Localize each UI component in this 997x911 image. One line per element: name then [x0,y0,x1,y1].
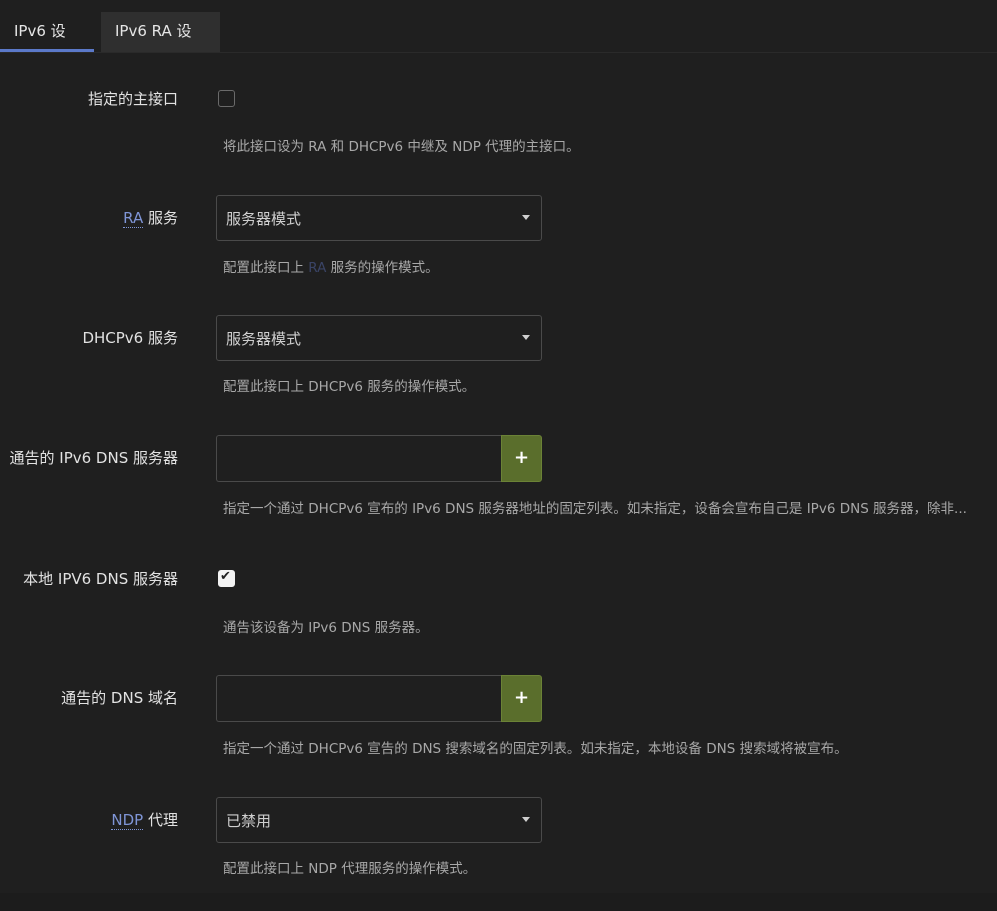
master-interface-description: 将此接口设为 RA 和 DHCPv6 中继及 NDP 代理的主接口。 [223,139,580,155]
panel-footer [0,893,997,911]
check-icon: ✔ [220,569,231,584]
ra-service-select[interactable]: 服务器模式 [216,195,542,241]
dns-servers-description: 指定一个通过 DHCPv6 宣布的 IPv6 DNS 服务器地址的固定列表。如未… [223,501,967,517]
chevron-down-icon [522,215,530,220]
dhcpv6-service-description: 配置此接口上 DHCPv6 服务的操作模式。 [223,379,476,395]
ra-service-label-text: 服务 [143,209,178,227]
ra-service-label: RA 服务 [123,207,178,228]
ndp-proxy-label: NDP 代理 [111,809,178,830]
master-interface-checkbox[interactable] [218,90,235,107]
dns-domains-label: 通告的 DNS 域名 [61,689,178,707]
ra-abbr: RA [123,209,144,228]
tab-bar: IPv6 设置 IPv6 RA 设置 [0,0,997,78]
local-dns-label: 本地 IPV6 DNS 服务器 [23,570,178,588]
ra-desc-abbr: RA [308,260,327,276]
ndp-proxy-value: 已禁用 [226,812,272,830]
ndp-proxy-select[interactable]: 已禁用 [216,797,542,843]
dns-servers-add-button[interactable]: + [501,435,542,482]
ra-desc-suffix: 服务的操作模式。 [326,260,439,276]
dns-domains-description: 指定一个通过 DHCPv6 宣告的 DNS 搜索域名的固定列表。如未指定，本地设… [223,741,848,757]
ndp-proxy-description: 配置此接口上 NDP 代理服务的操作模式。 [223,861,477,877]
dns-domains-input[interactable] [216,675,502,722]
tab-ipv6-ra-settings[interactable]: IPv6 RA 设置 [101,12,220,78]
tab-ipv6-settings[interactable]: IPv6 设置 [0,12,94,78]
dhcpv6-service-select[interactable]: 服务器模式 [216,315,542,361]
dhcpv6-service-value: 服务器模式 [226,330,302,348]
ndp-abbr: NDP [111,811,144,830]
chevron-down-icon [522,335,530,340]
local-dns-checkbox[interactable]: ✔ [218,569,235,587]
dns-servers-input[interactable] [216,435,502,482]
dhcpv6-service-label: DHCPv6 服务 [82,329,178,347]
master-interface-label: 指定的主接口 [87,90,178,108]
ra-service-description: 配置此接口上 RA 服务的操作模式。 [223,256,439,276]
ndp-proxy-label-text: 代理 [143,811,178,829]
dns-servers-label: 通告的 IPv6 DNS 服务器 [9,449,179,467]
ra-desc-prefix: 配置此接口上 [223,260,309,276]
local-dns-description: 通告该设备为 IPv6 DNS 服务器。 [223,620,429,636]
dns-domains-add-button[interactable]: + [501,675,542,722]
chevron-down-icon [522,817,530,822]
ra-service-value: 服务器模式 [226,210,302,228]
